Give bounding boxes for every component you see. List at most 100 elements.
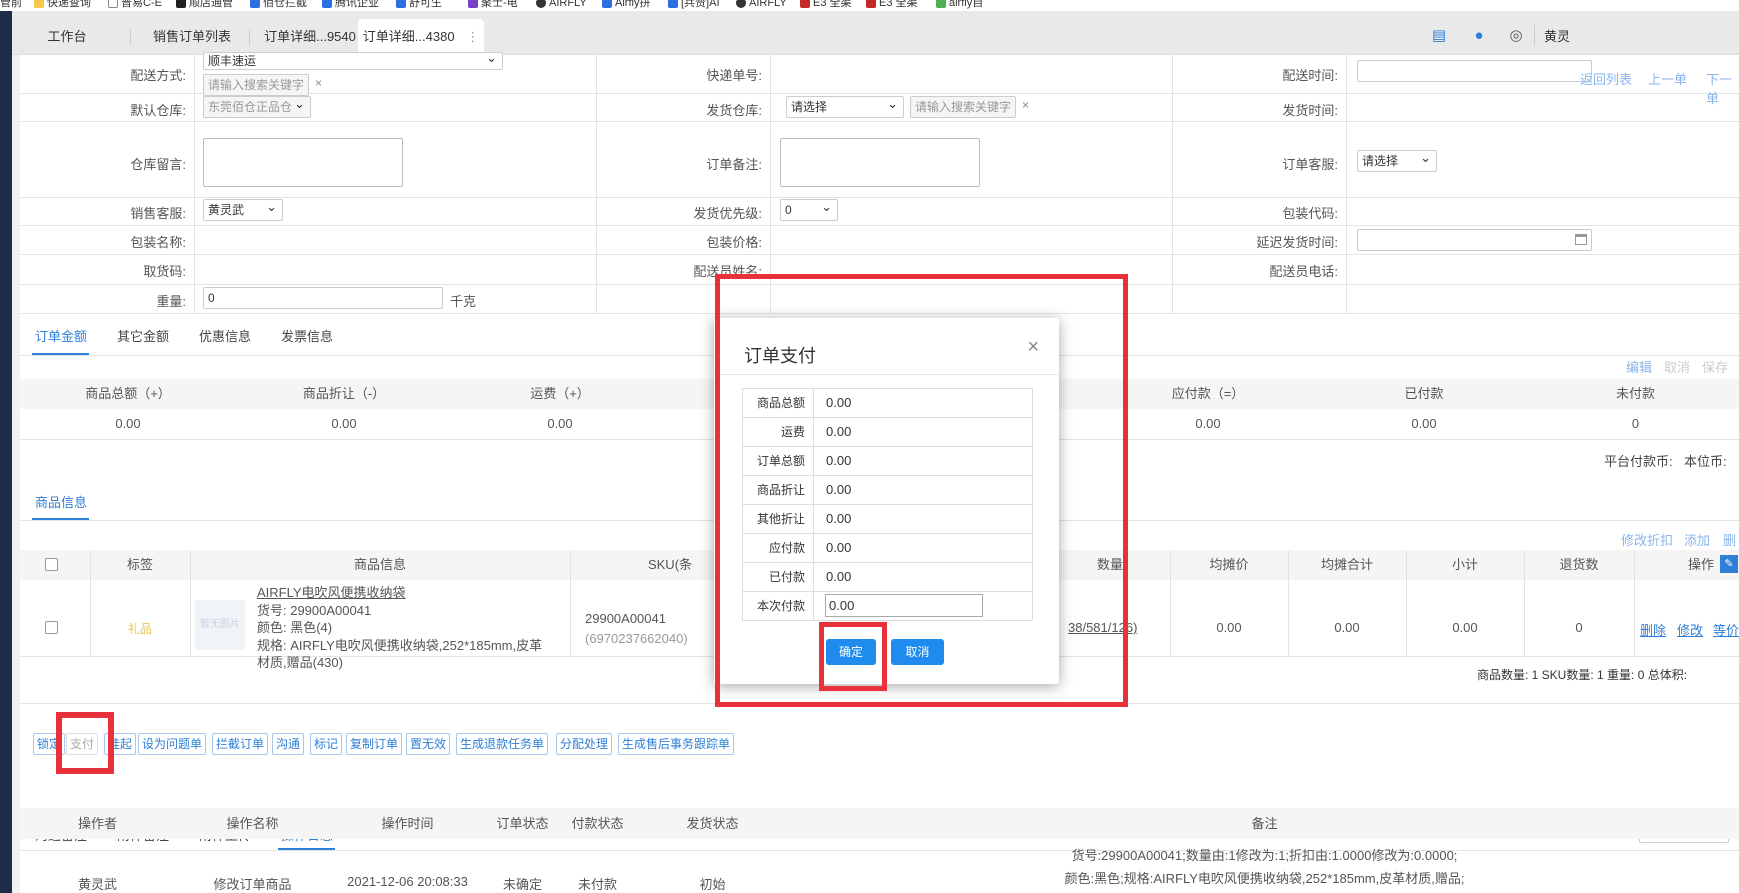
- tab-more-icon[interactable]: ⋮: [466, 29, 479, 44]
- tab-invoice-info[interactable]: 发票信息: [281, 326, 333, 345]
- row-divider: [20, 121, 1739, 122]
- bookmark-label: Airfly拼: [615, 0, 651, 9]
- invalidate-button[interactable]: 置无效: [406, 733, 451, 755]
- select-all-checkbox[interactable]: [45, 558, 58, 571]
- warehouse-message-textarea[interactable]: [203, 138, 403, 187]
- tab-other-amount[interactable]: 其它金额: [117, 326, 169, 345]
- product-spec-cont: 材质,赠品(430): [257, 655, 343, 670]
- prev-order-link[interactable]: 上一单: [1648, 69, 1687, 88]
- ship-warehouse-select[interactable]: 请选择: [786, 94, 904, 118]
- product-thumbnail[interactable]: 暂无图片: [195, 600, 245, 650]
- headset-icon[interactable]: ◎: [1507, 27, 1525, 45]
- cancel-link[interactable]: 取消: [1664, 357, 1690, 376]
- amount-value: 0: [1631, 416, 1640, 431]
- modify-row-link[interactable]: 修改: [1677, 620, 1703, 639]
- log-time: 2021-12-06 20:08:33: [347, 874, 468, 889]
- avg-price: 0.00: [1216, 620, 1242, 635]
- product-name-link[interactable]: AIRFLY电吹风便携收纳袋: [257, 582, 406, 601]
- refund-task-button[interactable]: 生成退款任务单: [456, 733, 549, 755]
- tab-workbench[interactable]: 工作台: [12, 19, 122, 55]
- calendar-icon: [1575, 234, 1587, 245]
- bookmark-9[interactable]: Airfly拼: [602, 0, 650, 10]
- bookmark-12[interactable]: E3 全渠: [800, 0, 852, 10]
- next-order-link[interactable]: 下一单: [1706, 69, 1739, 107]
- order-cs-label: 订单客服:: [1282, 157, 1338, 172]
- order-cs-select[interactable]: 请选择: [1357, 148, 1437, 172]
- sales-cs-label: 销售客服:: [130, 206, 186, 221]
- order-remark-textarea[interactable]: [780, 138, 980, 187]
- tab-label: 订单详细...4380: [362, 29, 455, 44]
- site-icon: [800, 0, 810, 9]
- bookmark-14[interactable]: airfly自: [936, 0, 983, 10]
- log-header-remark: 备注: [1251, 816, 1278, 831]
- default-warehouse-select[interactable]: 东莞佰仓正品仓: [203, 94, 311, 118]
- col-divider: [1524, 550, 1525, 656]
- sales-cs-select[interactable]: 黄灵武: [203, 197, 283, 221]
- bookmark-4[interactable]: 佰仓拦截: [250, 0, 307, 10]
- tab-discount-info[interactable]: 优惠信息: [199, 326, 251, 345]
- goods-summary: 商品数量: 1 SKU数量: 1 重量: 0 总体积:: [1477, 668, 1688, 682]
- tab-order-detail-9540[interactable]: 订单详细...9540: [250, 19, 370, 55]
- subtotal: 0.00: [1452, 620, 1478, 635]
- site-icon: [602, 0, 612, 9]
- bookmark-7[interactable]: 聚士-电: [468, 0, 518, 10]
- col-divider: [596, 55, 597, 313]
- log-header-order-status: 订单状态: [496, 816, 549, 831]
- bookmark-5[interactable]: 腾讯企业: [322, 0, 379, 10]
- row-checkbox[interactable]: [45, 621, 58, 634]
- edit-columns-icon[interactable]: ✎: [1720, 555, 1738, 573]
- bookmark-8[interactable]: AIRFLY: [536, 0, 587, 10]
- delivery-time-input[interactable]: [1357, 60, 1592, 82]
- delete-row-link[interactable]: 删除: [1640, 620, 1666, 639]
- platform-currency-label: 平台付款币:: [1604, 454, 1673, 469]
- delivery-method-select[interactable]: 顺丰速运: [203, 50, 503, 70]
- weight-input[interactable]: 0: [203, 287, 443, 309]
- site-icon: [396, 0, 406, 9]
- user-name[interactable]: 黄灵: [1544, 26, 1570, 45]
- notebook-icon[interactable]: ▤: [1430, 27, 1448, 45]
- mark-button[interactable]: 标记: [310, 733, 343, 755]
- tab-order-amount[interactable]: 订单金额: [35, 326, 87, 345]
- modify-discount-link[interactable]: 修改折扣: [1621, 530, 1673, 549]
- tab-sales-order-list[interactable]: 销售订单列表: [132, 19, 252, 55]
- edit-link[interactable]: 编辑: [1626, 357, 1652, 376]
- ship-priority-select[interactable]: 0: [780, 197, 838, 221]
- bookmark-label: 普易C-E: [121, 0, 162, 9]
- bookmark-13[interactable]: E3 全渠: [866, 0, 918, 10]
- clear-icon[interactable]: ×: [315, 76, 322, 90]
- copy-order-button[interactable]: 复制订单: [346, 733, 403, 755]
- amount-value: 0.00: [115, 416, 141, 431]
- intercept-order-button[interactable]: 拦截订单: [212, 733, 269, 755]
- site-icon: [468, 0, 478, 9]
- ship-priority-label: 发货优先级:: [693, 206, 762, 221]
- bookmark-1[interactable]: 快递查询: [34, 0, 91, 10]
- bookmark-10[interactable]: [兵赞]AI: [668, 0, 720, 10]
- amount-value: 0.00: [1195, 416, 1221, 431]
- back-to-list-link[interactable]: 返回列表: [1580, 69, 1632, 88]
- bookmark-label: E3 全渠: [813, 0, 852, 9]
- bookmark-3[interactable]: 顺店通管: [176, 0, 233, 10]
- clear-icon[interactable]: ×: [1022, 98, 1029, 112]
- default-warehouse-label: 默认仓库:: [130, 103, 186, 118]
- bookmark-2[interactable]: 普易C-E: [108, 0, 162, 10]
- tab-goods-info[interactable]: 商品信息: [35, 492, 87, 511]
- delivery-search-input[interactable]: 请输入搜索关键字: [203, 74, 309, 96]
- set-problem-button[interactable]: 设为问题单: [138, 733, 207, 755]
- col-divider: [1170, 550, 1171, 656]
- bookmark-0[interactable]: 管前: [0, 0, 22, 10]
- exchange-row-link[interactable]: 等价换: [1713, 620, 1739, 639]
- warehouse-search-input[interactable]: 请输入搜索关键字: [910, 96, 1016, 118]
- lightbulb-icon[interactable]: ●: [1470, 27, 1488, 45]
- communicate-button[interactable]: 沟通: [272, 733, 305, 755]
- add-goods-link[interactable]: 添加: [1684, 530, 1710, 549]
- assign-button[interactable]: 分配处理: [556, 733, 613, 755]
- site-icon: [176, 0, 186, 9]
- bookmark-6[interactable]: 舒可生: [396, 0, 442, 10]
- aftersale-tracking-button[interactable]: 生成售后事务跟踪单: [618, 733, 735, 755]
- row-divider: [20, 197, 1739, 198]
- save-link[interactable]: 保存: [1702, 357, 1728, 376]
- tab-order-detail-4380[interactable]: 订单详细...4380 ⋮: [358, 19, 484, 55]
- goods-header-avg-total: 均摊合计: [1320, 557, 1373, 572]
- delay-ship-time-input[interactable]: [1357, 229, 1592, 251]
- bookmark-11[interactable]: AIRFLY: [736, 0, 787, 10]
